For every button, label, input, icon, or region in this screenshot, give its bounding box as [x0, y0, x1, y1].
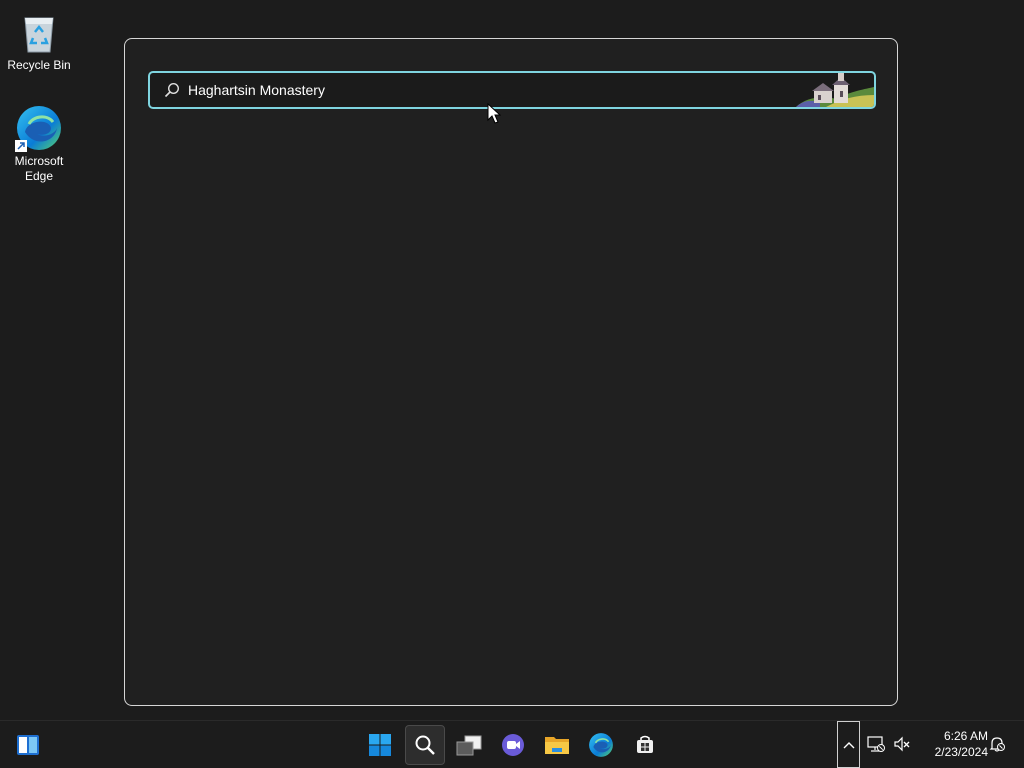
search-panel [124, 38, 898, 706]
recycle-bin-icon [15, 8, 63, 56]
volume-muted-icon[interactable] [893, 735, 911, 753]
show-hidden-icons-button[interactable] [837, 721, 860, 768]
start-button[interactable] [360, 725, 400, 765]
clock[interactable]: 6:26 AM 2/23/2024 [918, 728, 988, 760]
chat-icon [502, 734, 524, 756]
search-icon [164, 82, 180, 98]
mouse-cursor [487, 103, 501, 124]
recycle-bin-shortcut[interactable]: Recycle Bin [1, 8, 77, 73]
widgets-icon [17, 735, 39, 755]
folder-icon [545, 737, 569, 754]
widgets-button[interactable] [8, 725, 48, 765]
search-icon [415, 735, 435, 755]
search-button[interactable] [405, 725, 445, 765]
clock-date: 2/23/2024 [934, 745, 988, 759]
clock-time: 6:26 AM [943, 729, 988, 743]
recycle-bin-label: Recycle Bin [7, 58, 71, 72]
shortcut-arrow-icon [15, 140, 27, 152]
task-view-icon [456, 735, 482, 756]
notification-bell-icon[interactable] [988, 735, 1006, 753]
file-explorer-button[interactable] [537, 725, 577, 765]
edge-icon [15, 104, 63, 152]
chevron-up-icon [843, 741, 854, 748]
store-icon [637, 735, 653, 753]
edge-shortcut[interactable]: Microsoft Edge [1, 104, 77, 184]
edge-icon [589, 733, 613, 757]
store-button[interactable] [625, 725, 665, 765]
windows-start-icon [369, 734, 391, 756]
task-view-button[interactable] [449, 725, 489, 765]
edge-label: Microsoft Edge [14, 154, 64, 183]
chat-button[interactable] [493, 725, 533, 765]
monastery-illustration [796, 73, 874, 107]
desktop: Recycle Bin Microsoft Edge Haghartsin Mo… [0, 0, 1024, 720]
network-disconnected-icon[interactable] [867, 735, 885, 753]
taskbar: 6:26 AM 2/23/2024 [0, 720, 1024, 768]
edge-taskbar-button[interactable] [581, 725, 621, 765]
search-input[interactable] [188, 73, 788, 107]
search-box[interactable] [148, 71, 876, 109]
